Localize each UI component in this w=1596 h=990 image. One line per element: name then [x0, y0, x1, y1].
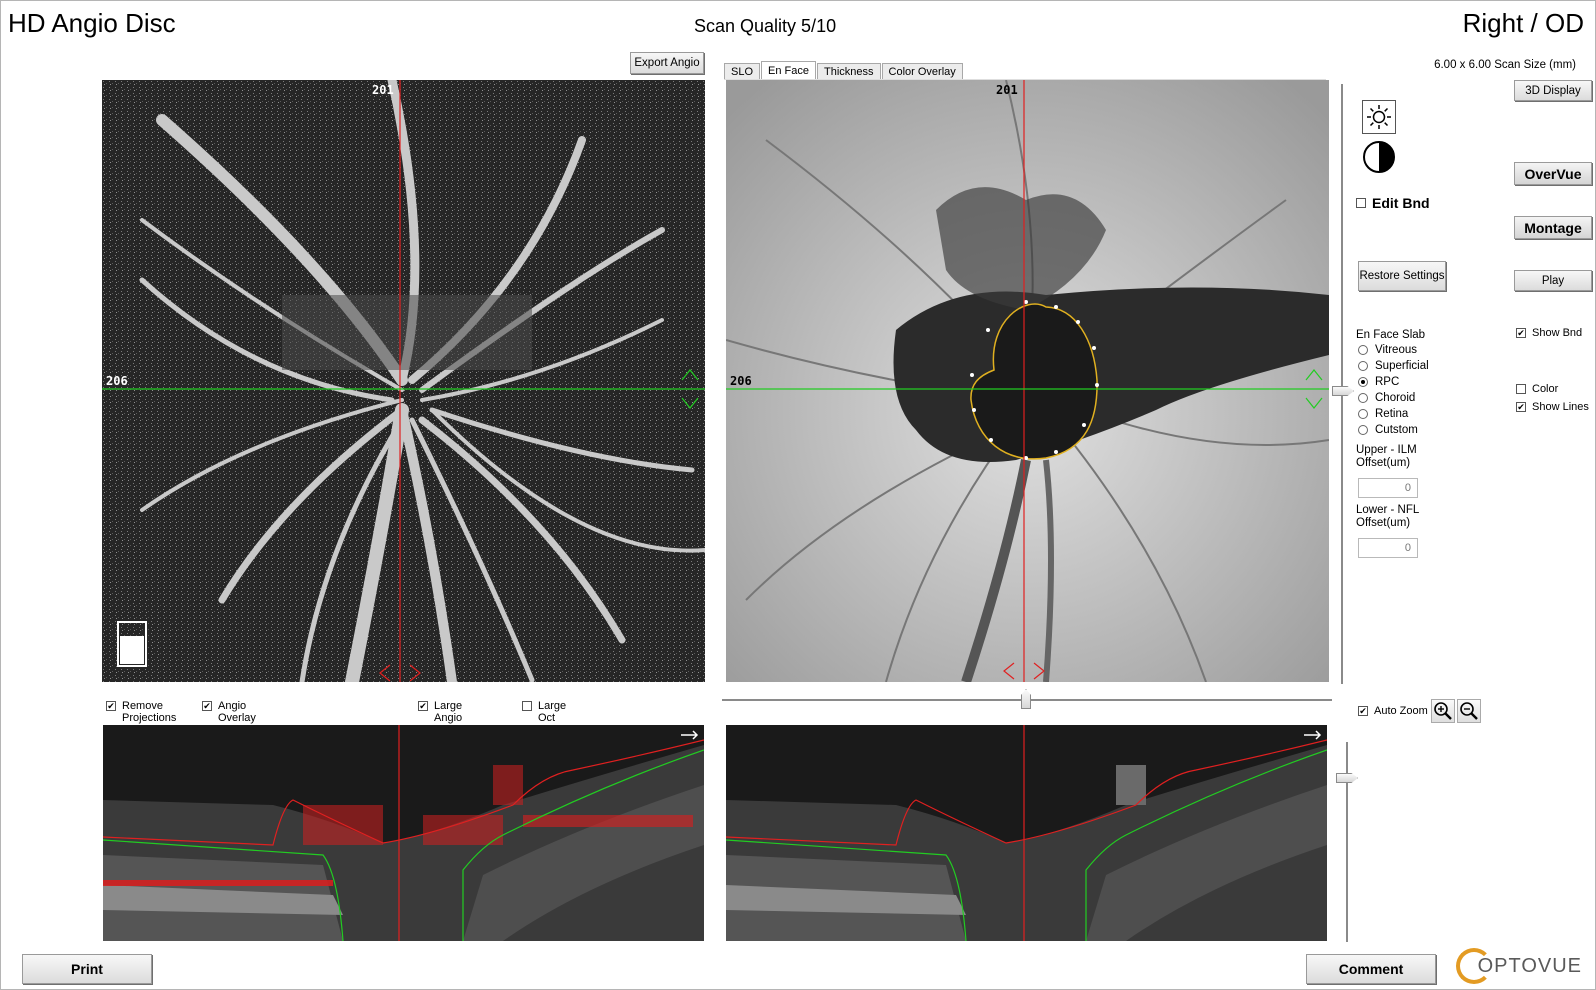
- bscan-vertical-slider[interactable]: [1346, 742, 1348, 942]
- restore-settings-button[interactable]: Restore Settings: [1358, 261, 1446, 291]
- scan-quality-label: Scan Quality 5/10: [694, 16, 837, 36]
- overvue-button[interactable]: OverVue: [1514, 162, 1592, 185]
- zoom-out-icon[interactable]: [1457, 699, 1481, 723]
- auto-zoom-checkbox[interactable]: ✔ Auto Zoom: [1358, 705, 1428, 717]
- bscan-structural[interactable]: [726, 725, 1327, 941]
- print-button[interactable]: Print: [22, 954, 152, 984]
- en-face-image[interactable]: 201 206: [726, 80, 1329, 682]
- lower-offset-input[interactable]: 0: [1358, 538, 1418, 558]
- en-face-vessels: 201 206: [726, 80, 1329, 682]
- en-face-marker-top: 201: [996, 83, 1018, 97]
- large-angio-checkbox[interactable]: ✔ Large Angio: [418, 700, 462, 724]
- scan-size-label: 6.00 x 6.00 Scan Size (mm): [1434, 59, 1576, 71]
- montage-button[interactable]: Montage: [1514, 216, 1592, 239]
- tab-en-face[interactable]: En Face: [761, 61, 816, 80]
- bscan-structural-layers: [726, 725, 1327, 941]
- tab-slo[interactable]: SLO: [724, 63, 761, 80]
- comment-button[interactable]: Comment: [1306, 954, 1436, 984]
- bscan-angio-layers: [103, 725, 704, 941]
- brightness-icon[interactable]: [1362, 100, 1396, 134]
- angio-vessels: 201 206: [102, 80, 705, 682]
- export-angio-button[interactable]: Export Angio: [630, 52, 704, 74]
- angio-overlay-checkbox[interactable]: ✔ Angio Overlay: [202, 700, 256, 724]
- eye-label: Right / OD: [1462, 8, 1584, 38]
- color-checkbox[interactable]: Color: [1516, 383, 1558, 395]
- angio-image[interactable]: 201 206: [102, 80, 705, 682]
- en-face-tabs: SLO En Face Thickness Color Overlay: [724, 61, 964, 80]
- slab-radio-superficial[interactable]: Superficial: [1358, 360, 1429, 372]
- angio-marker-top: 201: [372, 83, 394, 97]
- en-face-slab-title: En Face Slab: [1356, 329, 1426, 341]
- play-button[interactable]: Play: [1514, 270, 1592, 291]
- angio-marker-left: 206: [106, 374, 128, 388]
- slab-radio-custom[interactable]: Cutstom: [1358, 424, 1418, 436]
- page-title: HD Angio Disc: [8, 8, 176, 38]
- tab-thickness[interactable]: Thickness: [816, 63, 881, 80]
- slab-radio-rpc[interactable]: RPC: [1358, 376, 1399, 388]
- lower-offset-label: Lower - NFL Offset(um): [1356, 504, 1420, 529]
- show-lines-checkbox[interactable]: ✔ Show Lines: [1516, 401, 1589, 413]
- 3d-display-button[interactable]: 3D Display: [1514, 80, 1592, 101]
- en-face-vertical-slider[interactable]: [1341, 84, 1343, 684]
- large-oct-checkbox[interactable]: Large Oct: [522, 700, 566, 724]
- slab-radio-vitreous[interactable]: Vitreous: [1358, 344, 1417, 356]
- slab-radio-retina[interactable]: Retina: [1358, 408, 1408, 420]
- edit-bnd-checkbox[interactable]: Edit Bnd: [1356, 196, 1430, 210]
- slab-radio-choroid[interactable]: Choroid: [1358, 392, 1415, 404]
- optovue-logo: OPTOVUE: [1455, 948, 1582, 984]
- tab-color-overlay[interactable]: Color Overlay: [881, 63, 963, 80]
- show-bnd-checkbox[interactable]: ✔ Show Bnd: [1516, 327, 1582, 339]
- upper-offset-input[interactable]: 0: [1358, 478, 1418, 498]
- en-face-marker-left: 206: [730, 374, 752, 388]
- upper-offset-label: Upper - ILM Offset(um): [1356, 444, 1417, 469]
- bscan-angio[interactable]: [103, 725, 704, 941]
- remove-projections-checkbox[interactable]: ✔ Remove Projections: [106, 700, 176, 724]
- contrast-icon[interactable]: [1362, 140, 1396, 174]
- zoom-in-icon[interactable]: [1431, 699, 1455, 723]
